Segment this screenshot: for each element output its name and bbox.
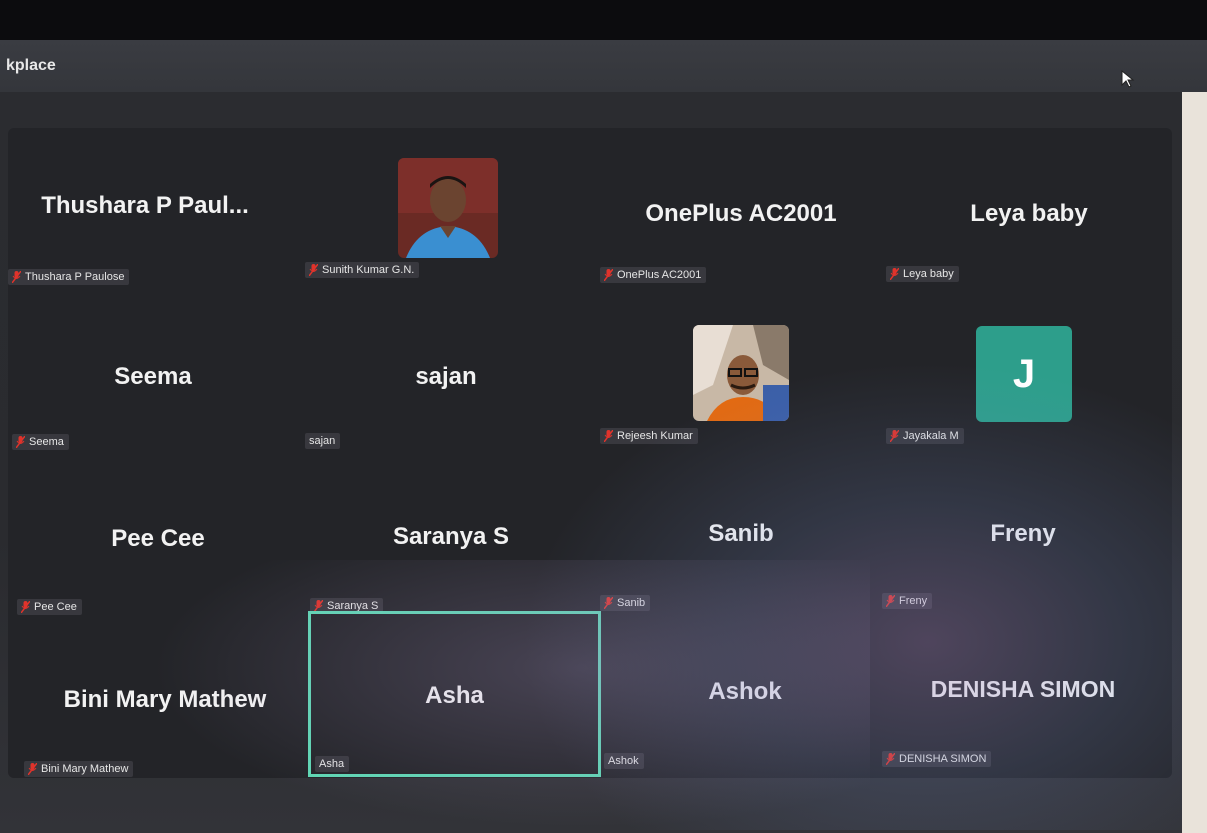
participant-name: Ashok <box>708 678 782 705</box>
participant-tile-sunith[interactable]: Sunith Kumar G.N. <box>301 128 591 291</box>
participant-tile-ashok[interactable]: Ashok Ashok <box>600 612 890 775</box>
muted-mic-icon <box>314 600 323 612</box>
participant-tile-rejeesh[interactable]: Rejeesh Kumar <box>596 293 886 456</box>
participant-label-text: Thushara P Paulose <box>25 271 125 283</box>
participant-tile-sajan[interactable]: sajan sajan <box>301 293 591 456</box>
participant-name: sajan <box>415 363 477 390</box>
participant-label-text: Sanib <box>617 597 646 609</box>
participant-label: Leya baby <box>886 266 959 282</box>
muted-mic-icon <box>890 430 899 442</box>
participant-name: Saranya S <box>392 523 510 550</box>
participant-label: Asha <box>315 756 350 772</box>
participant-name: OnePlus AC2001 <box>645 200 837 227</box>
participant-name: Seema <box>114 363 192 390</box>
muted-mic-icon <box>890 268 899 280</box>
participant-name: Pee Cee <box>111 525 205 552</box>
screen-bezel <box>0 0 1207 40</box>
participant-label-text: Leya baby <box>903 268 954 280</box>
participant-tile-seema[interactable]: Seema Seema <box>8 293 298 456</box>
participant-tile-oneplus[interactable]: OnePlus AC2001 OnePlus AC2001 <box>596 128 886 291</box>
muted-mic-icon <box>886 753 895 765</box>
participant-label: DENISHA SIMON <box>882 751 992 767</box>
muted-mic-icon <box>16 436 25 448</box>
participant-label-text: Jayakala M <box>903 430 959 442</box>
muted-mic-icon <box>12 271 21 283</box>
participant-label-text: sajan <box>309 435 336 447</box>
muted-mic-icon <box>309 264 318 276</box>
participant-name: Thushara P Paul... <box>41 192 249 219</box>
muted-mic-icon <box>28 763 37 775</box>
participant-name: Leya baby <box>970 200 1088 227</box>
participant-name: Bini Mary Mathew <box>63 686 267 713</box>
participant-label-text: Rejeesh Kumar <box>617 430 693 442</box>
participant-tile-peecee[interactable]: Pee Cee Pee Cee <box>13 455 303 618</box>
participant-label: Jayakala M <box>886 428 964 444</box>
participant-name: DENISHA SIMON <box>930 676 1116 702</box>
participant-label: Bini Mary Mathew <box>24 761 134 777</box>
participant-label-text: Seema <box>29 436 64 448</box>
letter-avatar: J <box>976 326 1072 422</box>
participant-label-text: Bini Mary Mathew <box>41 763 129 775</box>
participant-label: Sanib <box>600 595 651 611</box>
participant-tile-denisha[interactable]: DENISHA SIMON DENISHA SIMON <box>878 610 1168 773</box>
participant-tile-leya[interactable]: Leya baby Leya baby <box>884 128 1174 291</box>
participant-tile-jayakala[interactable]: J Jayakala M <box>884 293 1174 456</box>
muted-mic-icon <box>886 595 895 607</box>
participant-label: Rejeesh Kumar <box>600 428 698 444</box>
participant-label-text: OnePlus AC2001 <box>617 269 702 281</box>
participant-tile-asha-active-speaker[interactable]: Asha Asha <box>308 611 601 777</box>
muted-mic-icon <box>604 430 613 442</box>
participant-name: Sanib <box>708 520 774 547</box>
participant-tile-freny[interactable]: Freny Freny <box>878 452 1168 615</box>
participant-tile-sanib[interactable]: Sanib Sanib <box>596 452 886 615</box>
background-edge <box>1182 92 1207 833</box>
participant-photo-avatar <box>398 158 498 258</box>
participant-label-text: Sunith Kumar G.N. <box>322 264 415 276</box>
participant-label: Ashok <box>604 753 644 769</box>
participant-label: sajan <box>305 433 341 449</box>
participant-label: Pee Cee <box>17 599 82 615</box>
participant-tile-bini[interactable]: Bini Mary Mathew Bini Mary Mathew <box>20 614 310 777</box>
participant-name: Asha <box>425 682 484 709</box>
participant-label-text: Pee Cee <box>34 601 77 613</box>
participant-label-text: DENISHA SIMON <box>899 753 987 765</box>
participant-label-text: Ashok <box>608 755 639 767</box>
participant-tile-thushara[interactable]: Thushara P Paul... Thushara P Paulose <box>8 128 298 291</box>
participant-label-text: Freny <box>899 595 928 607</box>
participant-label: Freny <box>882 593 933 609</box>
title-bar: kplace <box>0 40 1207 92</box>
participant-label: OnePlus AC2001 <box>600 267 707 283</box>
participant-label: Sunith Kumar G.N. <box>305 262 420 278</box>
participant-label: Thushara P Paulose <box>8 269 130 285</box>
participant-photo-avatar <box>693 325 789 421</box>
participant-label-text: Asha <box>319 758 345 770</box>
participant-name: Freny <box>990 520 1056 547</box>
window-title: kplace <box>6 57 56 74</box>
mouse-cursor-icon <box>1121 70 1135 88</box>
muted-mic-icon <box>21 601 30 613</box>
participant-label-text: Saranya S <box>327 600 379 612</box>
muted-mic-icon <box>604 597 613 609</box>
participant-label: Seema <box>12 434 69 450</box>
participant-label: Saranya S <box>310 598 384 614</box>
muted-mic-icon <box>604 269 613 281</box>
participant-tile-saranya[interactable]: Saranya S Saranya S <box>306 455 596 618</box>
